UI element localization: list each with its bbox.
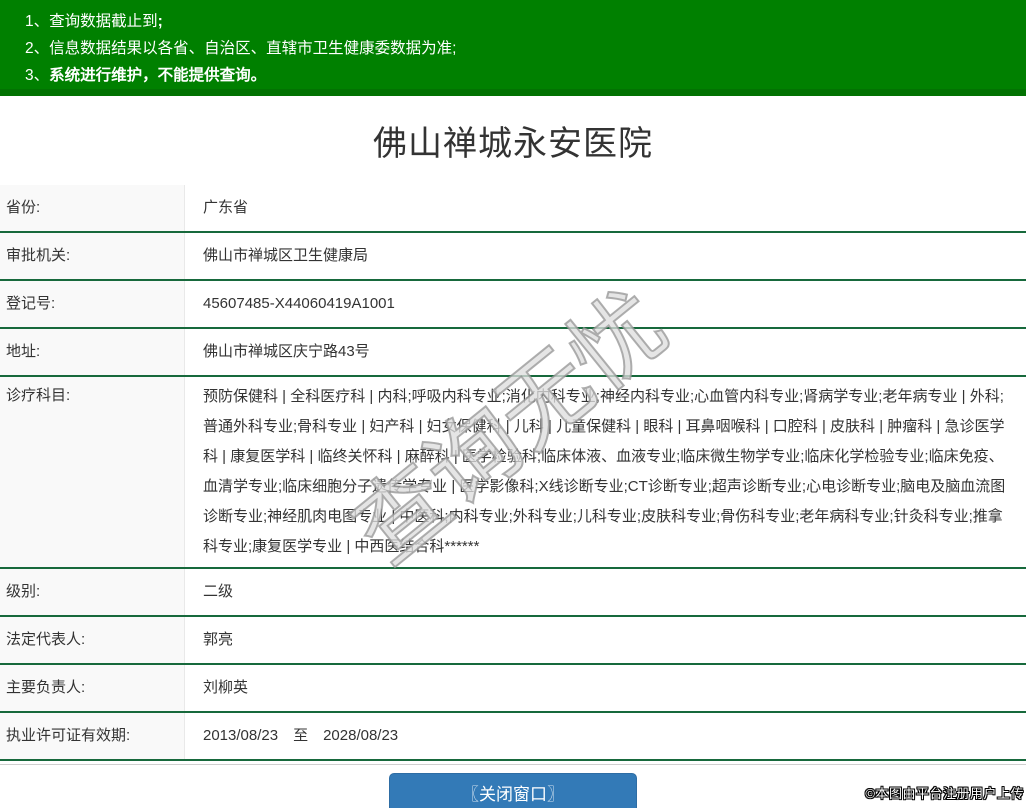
notice-line: 1、查询数据截止到; bbox=[25, 8, 1016, 35]
row-value: 二级 bbox=[203, 583, 234, 600]
row-label: 省份: bbox=[0, 185, 185, 231]
notice-number: 2、 bbox=[25, 40, 50, 57]
table-row: 法定代表人: 郭亮 bbox=[0, 617, 1026, 665]
row-label: 诊疗科目: bbox=[0, 377, 185, 567]
hospital-info-table: 省份: 广东省 审批机关: 佛山市禅城区卫生健康局 登记号: 45607485-… bbox=[0, 185, 1026, 765]
row-value: 预防保健科 | 全科医疗科 | 内科;呼吸内科专业;消化内科专业;神经内科专业;… bbox=[203, 388, 1006, 555]
table-row: 登记号: 45607485-X44060419A1001 bbox=[0, 281, 1026, 329]
notice-header: 1、查询数据截止到; 2、信息数据结果以各省、自治区、直辖市卫生健康委数据为准;… bbox=[0, 0, 1026, 96]
row-label: 审批机关: bbox=[0, 233, 185, 279]
row-value: 45607485-X44060419A1001 bbox=[203, 295, 395, 312]
row-value: 2013/08/23 至 2028/08/23 bbox=[203, 727, 399, 744]
row-label: 级别: bbox=[0, 569, 185, 615]
row-value: 广东省 bbox=[203, 199, 249, 216]
notice-text-bold: 系统进行维护，不能提供查询。 bbox=[49, 67, 267, 84]
notice-text-pre: 信息数据结果以各省、自治区、直辖市卫生健康委数据为准; bbox=[49, 40, 457, 57]
table-row: 主要负责人: 刘柳英 bbox=[0, 665, 1026, 713]
row-value: 刘柳英 bbox=[203, 679, 249, 696]
notice-number: 1、 bbox=[25, 13, 50, 30]
close-window-button[interactable]: 〖关闭窗口〗 bbox=[389, 773, 637, 808]
table-row: 级别: 二级 bbox=[0, 569, 1026, 617]
hospital-title: 佛山禅城永安医院 bbox=[373, 125, 653, 163]
table-row: 地址: 佛山市禅城区庆宁路43号 bbox=[0, 329, 1026, 377]
notice-line: 3、系统进行维护，不能提供查询。 bbox=[25, 62, 1016, 89]
notice-line: 2、信息数据结果以各省、自治区、直辖市卫生健康委数据为准; bbox=[25, 35, 1016, 62]
notice-number: 3、 bbox=[25, 67, 50, 84]
row-value: 郭亮 bbox=[203, 631, 234, 648]
page: 1、查询数据截止到; 2、信息数据结果以各省、自治区、直辖市卫生健康委数据为准;… bbox=[0, 0, 1026, 808]
row-value: 佛山市禅城区庆宁路43号 bbox=[203, 343, 370, 360]
table-row: 诊疗科目: 预防保健科 | 全科医疗科 | 内科;呼吸内科专业;消化内科专业;神… bbox=[0, 377, 1026, 569]
notice-text-bold: ; bbox=[157, 13, 163, 30]
row-label: 地址: bbox=[0, 329, 185, 375]
row-label: 法定代表人: bbox=[0, 617, 185, 663]
row-value: 佛山市禅城区卫生健康局 bbox=[203, 247, 369, 264]
row-label: 登记号: bbox=[0, 281, 185, 327]
row-label: 主要负责人: bbox=[0, 665, 185, 711]
table-row: 执业许可证有效期: 2013/08/23 至 2028/08/23 bbox=[0, 713, 1026, 761]
table-row: 审批机关: 佛山市禅城区卫生健康局 bbox=[0, 233, 1026, 281]
table-row: 省份: 广东省 bbox=[0, 185, 1026, 233]
attribution-watermark: ©本图由平台注册用户上传 bbox=[865, 786, 1024, 801]
notice-text-pre: 查询数据截止到 bbox=[49, 13, 158, 30]
row-label: 执业许可证有效期: bbox=[0, 713, 185, 759]
